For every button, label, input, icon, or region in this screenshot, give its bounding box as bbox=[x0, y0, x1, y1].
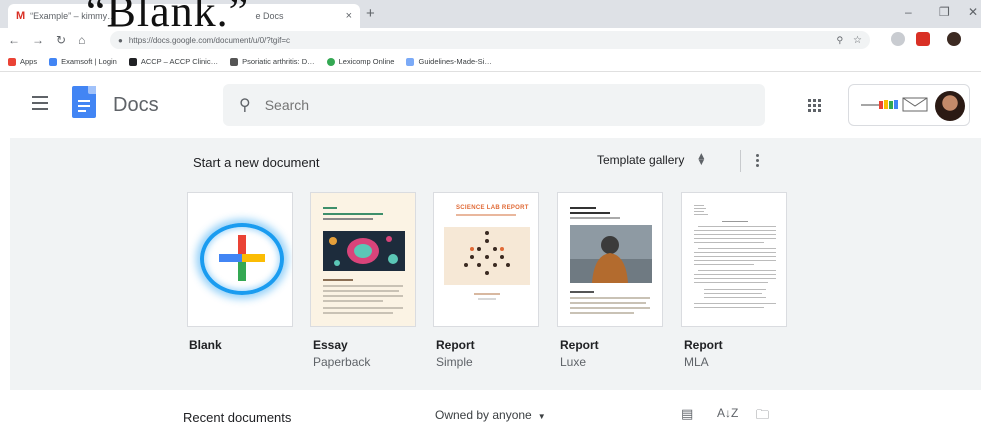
gmail-icon: M bbox=[16, 10, 26, 22]
folder-icon[interactable]: 🗀 bbox=[756, 406, 769, 427]
browser-toolbar: ← → ↻ ⌂ ● https://docs.google.com/docume… bbox=[0, 28, 981, 52]
home-icon[interactable]: ⌂ bbox=[78, 33, 85, 47]
essay-illustration-icon bbox=[323, 231, 405, 271]
dm-icon bbox=[230, 57, 239, 66]
caret-down-icon: ▼ bbox=[537, 412, 546, 421]
bookmark-label: Guidelines-Made-Si… bbox=[418, 57, 492, 66]
plus-icon bbox=[219, 235, 265, 281]
owner-filter-dropdown[interactable]: Owned by anyone ▼ bbox=[435, 408, 546, 422]
forward-icon[interactable]: → bbox=[32, 33, 44, 47]
template-report-simple[interactable]: SCIENCE LAB REPORT bbox=[433, 192, 539, 327]
template-title: Report bbox=[560, 338, 599, 352]
accp-icon bbox=[128, 57, 137, 66]
template-title: Blank bbox=[189, 338, 222, 352]
main-menu-icon[interactable] bbox=[32, 96, 48, 110]
bookmark-lexicomp[interactable]: Lexicomp Online bbox=[326, 57, 395, 66]
google-apps-icon[interactable] bbox=[808, 99, 821, 112]
template-title: Report bbox=[684, 338, 723, 352]
search-icon[interactable]: ⚲ bbox=[239, 95, 251, 115]
search-input[interactable] bbox=[264, 97, 745, 113]
template-gallery-label: Template gallery bbox=[597, 153, 685, 167]
bookmark-psoriatic[interactable]: Psoriatic arthritis: D… bbox=[230, 57, 315, 66]
app-name[interactable]: Docs bbox=[113, 94, 159, 117]
bookmark-label: Examsoft | Login bbox=[61, 57, 117, 66]
start-new-document-label: Start a new document bbox=[193, 155, 320, 170]
template-subtitle: Paperback bbox=[313, 355, 371, 369]
tab-title-right: e Docs bbox=[255, 11, 284, 21]
template-subtitle: MLA bbox=[684, 355, 709, 369]
recent-documents-label: Recent documents bbox=[183, 410, 292, 425]
sort-az-icon[interactable]: A↓Z bbox=[717, 406, 738, 420]
template-report-luxe[interactable] bbox=[557, 192, 663, 327]
bookmarks-bar: Apps Examsoft | Login ACCP – ACCP Clinic… bbox=[0, 52, 981, 72]
bookmark-label: Psoriatic arthritis: D… bbox=[242, 57, 315, 66]
owner-filter-label: Owned by anyone bbox=[435, 408, 532, 422]
bookmark-accp[interactable]: ACCP – ACCP Clinic… bbox=[128, 57, 219, 66]
docs-logo-icon[interactable] bbox=[72, 86, 96, 118]
maximize-icon[interactable]: ❐ bbox=[939, 5, 950, 19]
bookmark-apps[interactable]: Apps bbox=[8, 57, 37, 66]
bookmark-star-icon[interactable]: ☆ bbox=[853, 35, 862, 46]
extension-icon[interactable] bbox=[891, 32, 905, 46]
examsoft-icon bbox=[49, 57, 58, 66]
address-bar[interactable]: ● https://docs.google.com/document/u/0/?… bbox=[110, 31, 870, 49]
template-title: Essay bbox=[313, 338, 348, 352]
search-bar[interactable]: ⚲ bbox=[223, 84, 765, 126]
bookmark-examsoft[interactable]: Examsoft | Login bbox=[49, 57, 117, 66]
list-view-icon[interactable]: ▤ bbox=[681, 406, 693, 422]
tab-close-icon[interactable]: × bbox=[346, 10, 352, 22]
template-blank[interactable] bbox=[187, 192, 293, 327]
template-subtitle: Luxe bbox=[560, 355, 587, 369]
bookmark-label: ACCP – ACCP Clinic… bbox=[140, 57, 219, 66]
report-illustration bbox=[444, 227, 530, 285]
template-subtitle: Simple bbox=[436, 355, 473, 369]
minimize-icon[interactable]: – bbox=[905, 5, 912, 19]
back-icon[interactable]: ← bbox=[8, 33, 20, 47]
more-options-icon[interactable] bbox=[756, 154, 759, 167]
new-tab-button[interactable]: + bbox=[366, 5, 375, 22]
template-gallery-button[interactable]: Template gallery ▲ ▼ bbox=[597, 151, 707, 168]
bookmark-guidelines[interactable]: Guidelines-Made-Si… bbox=[406, 57, 492, 66]
template-report-mla[interactable] bbox=[681, 192, 787, 327]
profile-icon[interactable] bbox=[947, 32, 961, 46]
bookmark-label: Apps bbox=[20, 57, 38, 66]
account-area[interactable] bbox=[848, 84, 970, 126]
close-window-icon[interactable]: ✕ bbox=[968, 5, 978, 19]
extension-red-icon[interactable] bbox=[916, 32, 930, 46]
zoom-icon[interactable]: ⚲ bbox=[836, 35, 843, 46]
docs-header: Docs ⚲ bbox=[0, 72, 981, 138]
guidelines-icon bbox=[406, 57, 415, 66]
template-essay[interactable] bbox=[310, 192, 416, 327]
lexicomp-icon bbox=[326, 57, 335, 66]
lock-icon: ● bbox=[118, 35, 123, 45]
luxe-photo-icon bbox=[570, 225, 652, 283]
bookmark-label: Lexicomp Online bbox=[338, 57, 395, 66]
apps-grid-icon bbox=[8, 57, 16, 66]
url-text: https://docs.google.com/document/u/0/?tg… bbox=[128, 35, 291, 45]
template-title: Report bbox=[436, 338, 475, 352]
molecule-icon bbox=[464, 231, 510, 275]
unfold-icon: ▲ ▼ bbox=[696, 151, 707, 168]
avatar[interactable] bbox=[935, 91, 965, 121]
reload-icon[interactable]: ↻ bbox=[56, 33, 66, 47]
report-heading: SCIENCE LAB REPORT bbox=[456, 205, 529, 211]
divider bbox=[740, 150, 741, 172]
template-section: Start a new document Template gallery ▲ ▼… bbox=[10, 138, 981, 390]
org-logo-icon bbox=[861, 97, 928, 112]
